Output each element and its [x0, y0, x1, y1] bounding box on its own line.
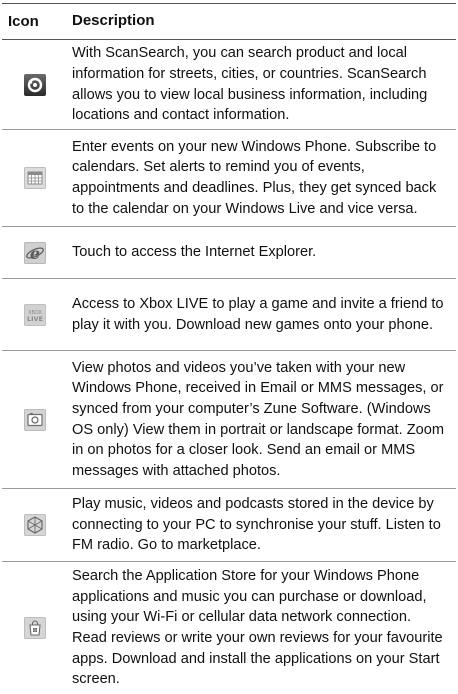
- header-icon-label: Icon: [8, 13, 39, 30]
- music-videos-icon: [24, 514, 46, 536]
- table-header: Icon Description: [2, 4, 456, 40]
- table-row: View photos and videos you’ve taken with…: [2, 351, 456, 489]
- svg-text:e: e: [30, 244, 40, 263]
- internet-explorer-icon: e: [24, 241, 46, 264]
- table-row: e Touch to access the Internet Explorer.: [2, 227, 456, 279]
- header-description-label: Description: [72, 12, 155, 30]
- row-description: With ScanSearch, you can search product …: [72, 45, 428, 124]
- row-description: Play music, videos and podcasts stored i…: [72, 496, 441, 554]
- row-description: Search the Application Store for your Wi…: [72, 568, 443, 688]
- table-row: With ScanSearch, you can search product …: [2, 40, 456, 130]
- calendar-icon: [24, 167, 46, 189]
- table-row: Enter events on your new Windows Phone. …: [2, 130, 456, 227]
- svg-text:LIVE: LIVE: [27, 315, 43, 323]
- table-row: Search the Application Store for your Wi…: [2, 562, 456, 694]
- scansearch-icon: [24, 73, 46, 96]
- table-row: XBOX LIVE Access to Xbox LIVE to play a …: [2, 279, 456, 351]
- row-description: Access to Xbox LIVE to play a game and i…: [72, 295, 444, 333]
- marketplace-icon: [24, 617, 46, 639]
- feature-table: Icon Description With ScanSearch, you ca…: [2, 3, 456, 694]
- xbox-live-icon: XBOX LIVE: [24, 303, 46, 326]
- row-description: Enter events on your new Windows Phone. …: [72, 138, 437, 217]
- row-description: View photos and videos you’ve taken with…: [72, 359, 445, 479]
- table-row: Play music, videos and podcasts stored i…: [2, 489, 456, 562]
- pictures-icon: [24, 408, 46, 431]
- row-description: Touch to access the Internet Explorer.: [72, 244, 317, 261]
